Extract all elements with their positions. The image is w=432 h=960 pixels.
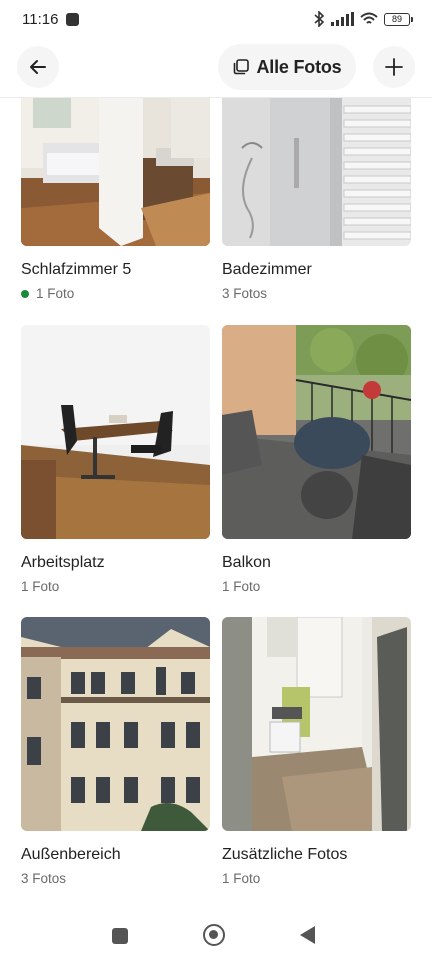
all-photos-button[interactable]: Alle Fotos <box>218 44 356 90</box>
wifi-icon <box>360 12 378 24</box>
room-title: Schlafzimmer 5 <box>21 261 132 278</box>
room-photo-grid: Schlafzimmer 5 1 Foto Badezimmer 3 Fotos… <box>0 98 432 910</box>
room-title: Zusätzliche Fotos <box>222 846 348 863</box>
photo-count: 3 Fotos <box>222 286 411 301</box>
room-photo[interactable] <box>222 98 411 246</box>
room-card-aussenbereich[interactable]: Außenbereich 3 Fotos <box>21 617 210 886</box>
room-title: Arbeitsplatz <box>21 554 105 571</box>
photo-count: 3 Fotos <box>21 871 210 886</box>
photo-count: 1 Foto <box>21 579 210 594</box>
room-title: Badezimmer <box>222 261 312 278</box>
room-photo[interactable] <box>222 325 411 539</box>
photo-count-text: 1 Foto <box>222 871 261 886</box>
arrow-left-icon <box>30 60 46 74</box>
room-photo[interactable] <box>21 325 210 539</box>
back-button[interactable] <box>17 46 59 88</box>
signal-icon <box>331 12 354 26</box>
photo-stack-icon <box>234 59 250 75</box>
photo-count-text: 3 Fotos <box>21 871 67 886</box>
room-card-balkon[interactable]: Balkon 1 Foto <box>222 325 411 594</box>
system-nav-bar <box>0 910 432 960</box>
circle-home-icon[interactable] <box>203 924 225 946</box>
status-bar: 11:16 89 <box>0 0 432 38</box>
room-card-badezimmer[interactable]: Badezimmer 3 Fotos <box>222 98 411 301</box>
photo-count-text: 1 Foto <box>36 286 75 301</box>
room-photo[interactable] <box>21 98 210 246</box>
square-icon[interactable] <box>112 928 128 944</box>
plus-icon <box>385 58 403 76</box>
notification-app-icon <box>66 13 79 26</box>
top-header: Alle Fotos <box>0 38 432 98</box>
room-photo[interactable] <box>21 617 210 831</box>
photo-count: 1 Foto <box>21 286 210 301</box>
status-dot <box>21 289 29 298</box>
triangle-back-icon[interactable] <box>300 926 315 944</box>
room-card-arbeitsplatz[interactable]: Arbeitsplatz 1 Foto <box>21 325 210 594</box>
battery-icon: 89 <box>384 12 413 26</box>
photo-count: 1 Foto <box>222 871 411 886</box>
photo-count-text: 1 Foto <box>222 579 261 594</box>
bluetooth-icon <box>314 11 325 27</box>
add-photo-button[interactable] <box>373 46 415 88</box>
room-card-schlafzimmer[interactable]: Schlafzimmer 5 1 Foto <box>21 98 210 301</box>
room-title: Außenbereich <box>21 846 121 863</box>
room-photo[interactable] <box>222 617 411 831</box>
room-card-zusaetzliche-fotos[interactable]: Zusätzliche Fotos 1 Foto <box>222 617 411 886</box>
status-time: 11:16 <box>22 11 59 28</box>
all-photos-label: Alle Fotos <box>256 56 342 77</box>
status-indicators: 89 <box>313 10 413 28</box>
photo-count-text: 3 Fotos <box>222 286 268 301</box>
room-title: Balkon <box>222 554 271 571</box>
photo-count: 1 Foto <box>222 579 411 594</box>
photo-count-text: 1 Foto <box>21 579 60 594</box>
